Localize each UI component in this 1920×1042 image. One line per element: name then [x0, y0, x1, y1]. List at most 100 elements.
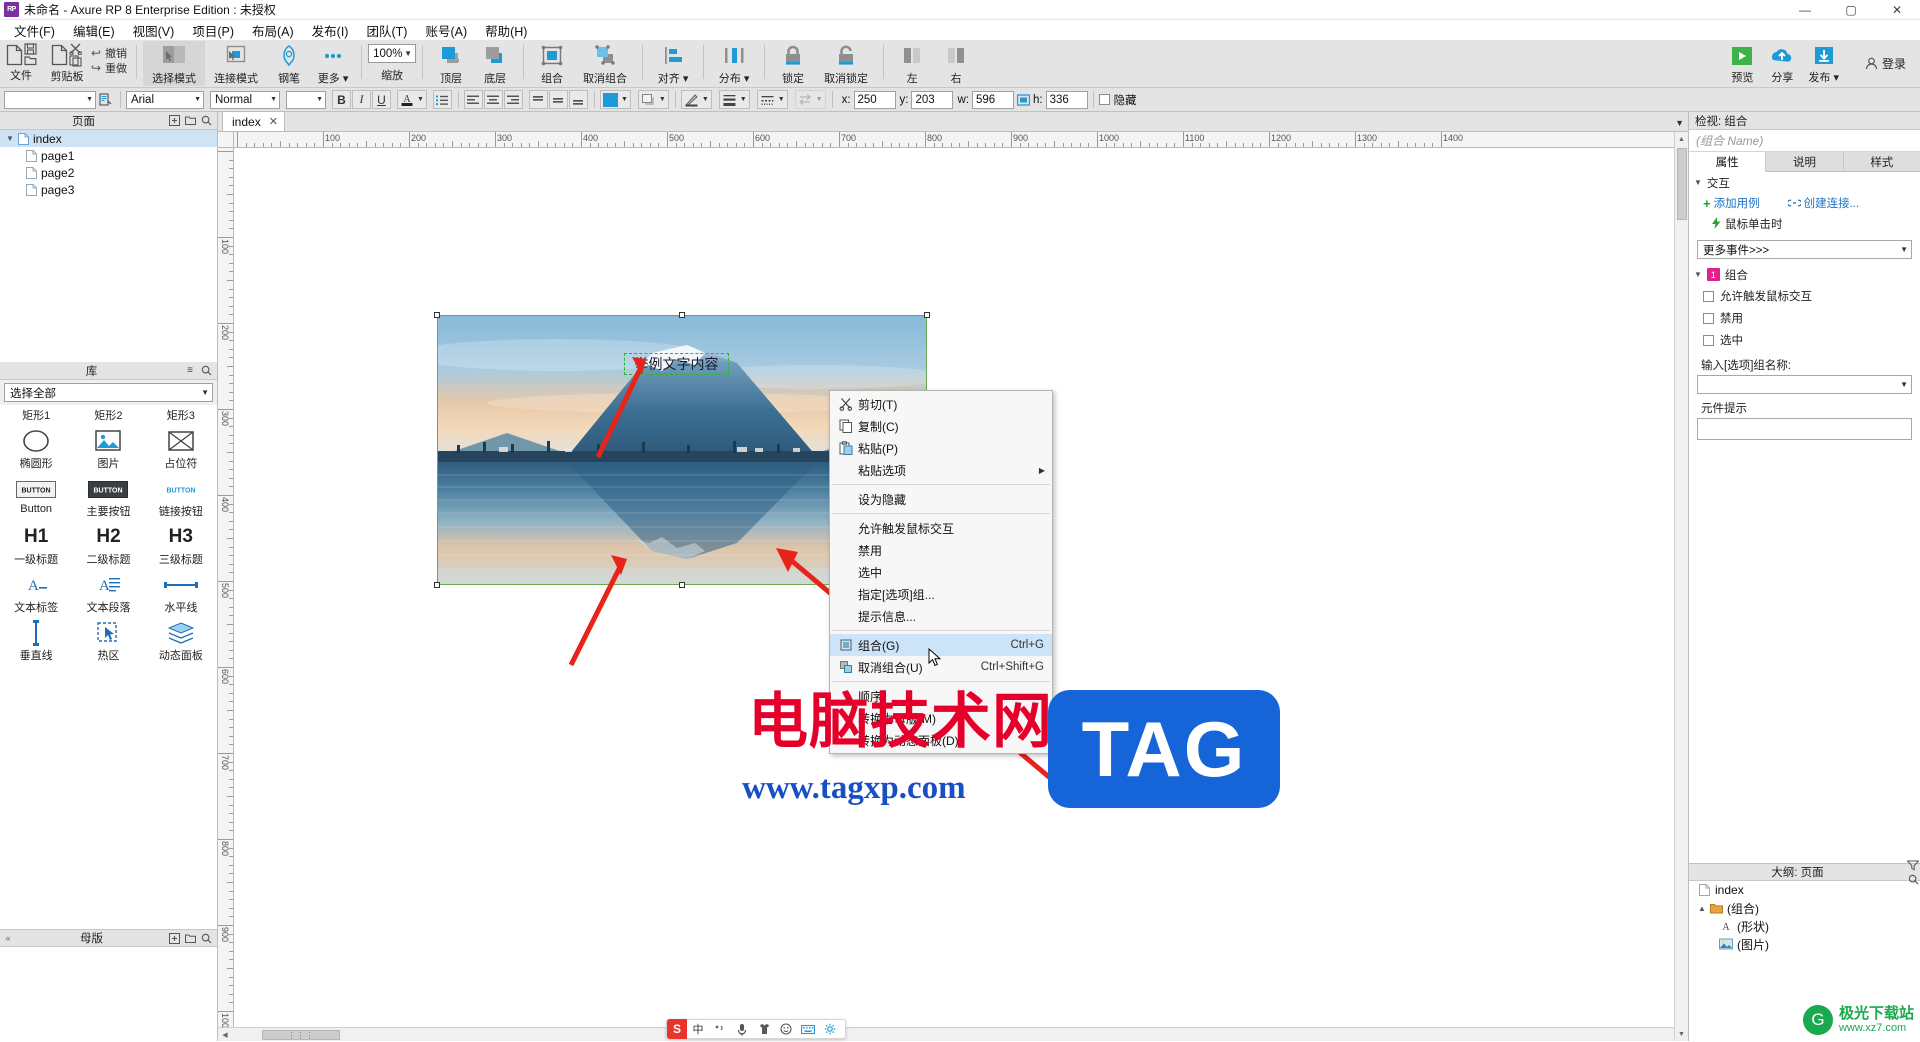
menu-file[interactable]: 文件(F) — [5, 19, 64, 42]
ungroup-button[interactable]: 取消组合 — [574, 41, 636, 86]
resize-handle-nw[interactable] — [434, 312, 440, 318]
menu-layout[interactable]: 布局(A) — [243, 19, 303, 42]
ime-mic-icon[interactable] — [731, 1019, 753, 1039]
tab-index[interactable]: index ✕ — [222, 111, 285, 131]
library-select[interactable]: 选择全部 ▼ — [4, 383, 213, 402]
pages-search-icon[interactable] — [199, 114, 213, 128]
ime-skin-icon[interactable] — [753, 1019, 775, 1039]
disabled-row[interactable]: 禁用 — [1689, 307, 1920, 329]
valign-bottom-button[interactable] — [568, 90, 588, 109]
redo-button[interactable]: ↪ 重做 — [88, 60, 130, 75]
page-item-page3[interactable]: page3 — [0, 181, 217, 198]
pages-add-icon[interactable] — [167, 114, 181, 128]
tab-properties[interactable]: 属性 — [1689, 152, 1767, 172]
sogou-logo-icon[interactable]: S — [667, 1019, 687, 1039]
scroll-down-icon[interactable]: ▼ — [1675, 1027, 1689, 1041]
resize-handle-n[interactable] — [679, 312, 685, 318]
library-item-rect1[interactable]: 矩形1 — [0, 407, 72, 423]
close-button[interactable]: ✕ — [1874, 0, 1920, 20]
file-toolbar-button[interactable]: 文件 — [4, 41, 38, 83]
line-width-button[interactable]: ▼ — [718, 90, 750, 109]
library-item-h1[interactable]: H1 一级标题 — [0, 520, 72, 568]
close-icon[interactable]: ✕ — [269, 115, 278, 128]
allow-mouse-checkbox[interactable] — [1703, 290, 1714, 302]
context-menu-item-assign-group[interactable]: 指定[选项]组... — [830, 583, 1052, 605]
library-item-hline[interactable]: 水平线 — [145, 568, 217, 616]
outline-item-shape[interactable]: A (形状) — [1689, 917, 1920, 935]
library-menu-icon[interactable]: ≡ — [183, 364, 197, 378]
undo-button[interactable]: ↩ 撤销 — [88, 45, 130, 60]
pen-tool-button[interactable]: 钢笔 — [267, 41, 311, 86]
tooltip-input[interactable] — [1697, 418, 1912, 440]
more-tools-button[interactable]: 更多 ▾ — [311, 41, 355, 86]
maximize-button[interactable]: ▢ — [1828, 0, 1874, 20]
dis abled-checkbox[interactable] — [1703, 312, 1714, 324]
outline-filter-icon[interactable] — [1906, 858, 1920, 872]
library-item-text-label[interactable]: A 文本标签 — [0, 568, 72, 616]
canvas-horizontal-scrollbar[interactable]: ◀ ⋮⋮⋮ — [218, 1027, 1674, 1041]
lock-button[interactable]: 锁定 — [771, 41, 815, 86]
allow-mouse-interaction-row[interactable]: 允许触发鼠标交互 — [1689, 285, 1920, 307]
create-link-link[interactable]: 创建连接... — [1787, 195, 1859, 211]
share-button[interactable]: 分享 — [1762, 43, 1802, 85]
library-item-vline[interactable]: 垂直线 — [0, 616, 72, 664]
italic-button[interactable]: I — [352, 90, 371, 109]
library-item-placeholder[interactable]: 占位符 — [145, 424, 217, 472]
menu-help[interactable]: 帮助(H) — [476, 19, 536, 42]
menu-edit[interactable]: 编辑(E) — [64, 19, 124, 42]
connect-mode-button[interactable]: 连接模式 — [205, 41, 267, 86]
group-name-input[interactable]: ▼ — [1697, 375, 1912, 394]
context-menu-item-paste-options[interactable]: 粘贴选项 ▶ — [830, 459, 1052, 481]
hidden-checkbox[interactable] — [1098, 94, 1110, 105]
library-item-hotspot[interactable]: 热区 — [72, 616, 144, 664]
interaction-section-header[interactable]: ▼ 交互 — [1689, 172, 1920, 193]
group-section-header[interactable]: ▼ 1 组合 — [1689, 264, 1920, 285]
fill-color-button[interactable]: ▼ — [599, 90, 631, 109]
masters-expand-icon[interactable]: « — [0, 933, 16, 943]
more-events-select[interactable]: 更多事件>>> ▼ — [1697, 240, 1912, 259]
distribute-button[interactable]: 分布 ▾ — [710, 41, 758, 86]
selected-row[interactable]: 选中 — [1689, 329, 1920, 351]
ime-settings-icon[interactable] — [819, 1019, 841, 1039]
tab-notes[interactable]: 说明 — [1766, 152, 1844, 171]
align-left-text-button[interactable] — [463, 90, 483, 109]
ime-emoji-icon[interactable] — [775, 1019, 797, 1039]
menu-project[interactable]: 项目(P) — [183, 19, 243, 42]
context-menu-item-cut[interactable]: 剪切(T) — [830, 393, 1052, 415]
context-menu-item-allow-mouse[interactable]: 允许触发鼠标交互 — [830, 517, 1052, 539]
align-left-button[interactable]: 左 — [890, 41, 934, 86]
library-item-ellipse[interactable]: 椭圆形 — [0, 424, 72, 472]
select-mode-button[interactable]: 选择模式 — [143, 41, 206, 86]
send-to-back-button[interactable]: 底层 — [473, 41, 517, 86]
context-menu-item-select[interactable]: 选中 — [830, 561, 1052, 583]
library-item-h3[interactable]: H3 三级标题 — [145, 520, 217, 568]
context-menu-item-set-hidden[interactable]: 设为隐藏 — [830, 488, 1052, 510]
font-style-select[interactable]: Normal ▼ — [210, 90, 280, 109]
library-item-h2[interactable]: H2 二级标题 — [72, 520, 144, 568]
ime-punct-icon[interactable] — [709, 1019, 731, 1039]
library-item-button[interactable]: BUTTON Button — [0, 472, 72, 520]
y-input[interactable]: 203 — [911, 90, 954, 109]
context-menu-item-paste[interactable]: 粘贴(P) — [830, 437, 1052, 459]
h-scroll-thumb[interactable]: ⋮⋮⋮ — [262, 1030, 340, 1040]
page-item-index[interactable]: ▼ index — [0, 130, 217, 147]
library-item-paragraph[interactable]: A 文本段落 — [72, 568, 144, 616]
scroll-up-icon[interactable]: ▲ — [1675, 132, 1689, 146]
menu-account[interactable]: 账号(A) — [416, 19, 476, 42]
masters-folder-icon[interactable] — [183, 931, 197, 945]
canvas-vertical-scrollbar[interactable]: ▲ ▼ — [1674, 132, 1688, 1041]
library-item-image[interactable]: 图片 — [72, 424, 144, 472]
bring-to-front-button[interactable]: 顶层 — [429, 41, 473, 86]
masters-add-icon[interactable] — [167, 931, 181, 945]
align-right-text-button[interactable] — [503, 90, 523, 109]
expand-caret-icon[interactable]: ▼ — [6, 134, 16, 143]
outline-item-image[interactable]: (图片) — [1689, 935, 1920, 953]
unlock-button[interactable]: 取消锁定 — [815, 41, 877, 86]
add-case-link[interactable]: + 添加用例 — [1703, 195, 1760, 211]
font-color-button[interactable]: A ▼ — [397, 90, 427, 109]
context-menu-item-disable[interactable]: 禁用 — [830, 539, 1052, 561]
menu-view[interactable]: 视图(V) — [124, 19, 184, 42]
publish-button[interactable]: 发布 ▾ — [1802, 43, 1845, 85]
font-size-select[interactable]: ▼ — [286, 90, 326, 109]
outline-item-index[interactable]: index — [1689, 881, 1920, 899]
